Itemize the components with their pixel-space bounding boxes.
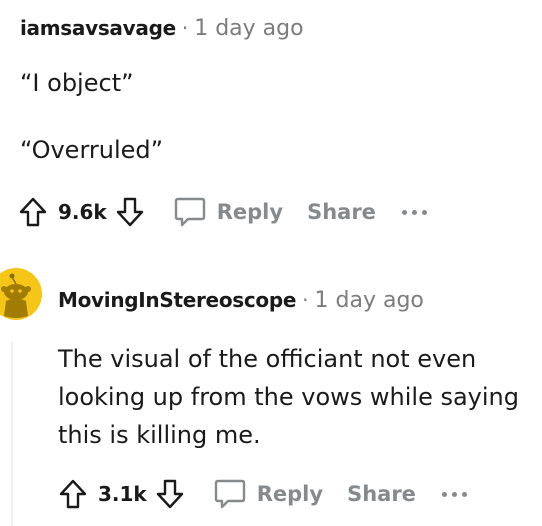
comment-text: “I object” <box>20 69 134 97</box>
arrow-down-icon[interactable] <box>155 478 185 510</box>
vote-count: 3.1k <box>98 482 147 506</box>
share-button[interactable]: Share <box>347 482 416 506</box>
comment-text: The visual of the officiant not even loo… <box>58 345 519 449</box>
username[interactable]: iamsavsavage <box>20 16 176 40</box>
speech-bubble-icon <box>213 477 247 511</box>
comment-header: iamsavsavage · 1 day ago <box>20 16 304 41</box>
username[interactable]: MovingInStereoscope <box>58 288 296 312</box>
arrow-down-icon[interactable] <box>115 196 145 228</box>
separator: · <box>302 288 309 312</box>
comment-actions: 3.1k Reply Share <box>58 474 467 514</box>
comment: iamsavsavage · 1 day ago “I object” “Ove… <box>0 0 542 250</box>
reply-button[interactable]: Reply <box>173 195 283 229</box>
avatar[interactable] <box>0 0 8 28</box>
comment-actions: 9.6k Reply Share <box>18 192 427 232</box>
ellipsis-icon[interactable] <box>401 209 427 215</box>
vote-count: 9.6k <box>58 200 107 224</box>
comment: MovingInStereoscope · 1 day ago The visu… <box>0 268 542 526</box>
avatar[interactable] <box>0 268 42 320</box>
separator: · <box>181 16 189 40</box>
arrow-up-icon[interactable] <box>58 478 88 510</box>
timestamp[interactable]: 1 day ago <box>315 288 424 313</box>
comment-header: MovingInStereoscope · 1 day ago <box>58 288 424 313</box>
share-button[interactable]: Share <box>307 200 376 224</box>
arrow-up-icon[interactable] <box>18 196 48 228</box>
reply-label: Reply <box>216 200 284 224</box>
reply-label: Reply <box>256 482 324 506</box>
ellipsis-icon[interactable] <box>441 491 467 497</box>
reply-button[interactable]: Reply <box>213 477 323 511</box>
speech-bubble-icon <box>173 195 207 229</box>
comment-text: “Overruled” <box>20 136 164 164</box>
timestamp[interactable]: 1 day ago <box>194 16 303 41</box>
